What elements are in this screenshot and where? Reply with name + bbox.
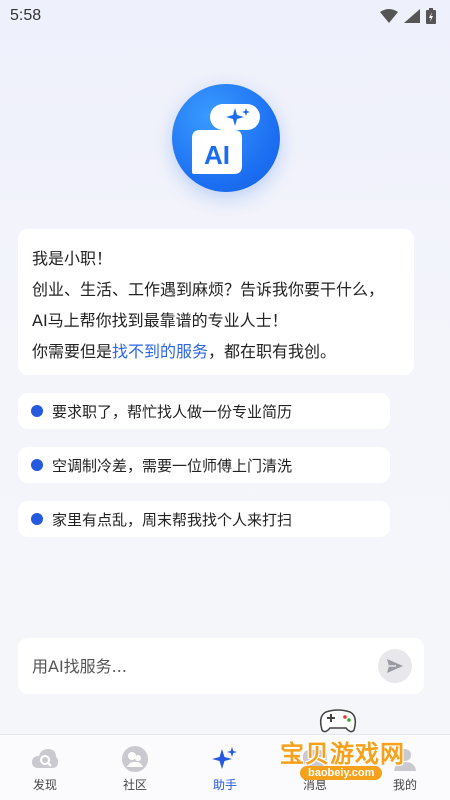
tab-discover[interactable]: 发现 <box>0 735 90 800</box>
discover-icon <box>31 745 59 773</box>
intro-line-4-start: 你需要但是 <box>32 342 113 361</box>
tab-label: 社区 <box>122 778 147 792</box>
ai-logo-text: AI <box>204 140 230 170</box>
suggestion-label: 家里有点乱，周末帮我找个人来打扫 <box>52 510 293 529</box>
tab-profile[interactable]: 我的 <box>360 735 450 800</box>
status-icons <box>380 8 436 24</box>
tab-label: 消息 <box>302 778 327 792</box>
bottom-tab-bar: 发现 社区 助手 消息 我的 <box>0 734 450 800</box>
send-icon <box>387 659 403 673</box>
intro-line-4-end: ，都在职有我创。 <box>208 342 337 361</box>
community-icon <box>121 745 149 773</box>
assistant-sparkle-icon <box>211 745 239 773</box>
chat-input-bar <box>18 638 424 694</box>
suggestion-item[interactable]: 空调制冷差，需要一位师傅上门清洗 <box>18 447 390 483</box>
send-button[interactable] <box>378 649 412 683</box>
suggestion-item[interactable]: 家里有点乱，周末帮我找个人来打扫 <box>18 501 390 537</box>
intro-highlight: 找不到的服务 <box>112 342 209 361</box>
tab-label: 我的 <box>392 778 417 792</box>
chat-input[interactable] <box>32 656 378 676</box>
suggestion-label: 要求职了，帮忙找人做一份专业简历 <box>52 402 293 421</box>
gamepad-icon <box>319 709 357 733</box>
intro-line-3: AI马上帮你找到最靠谱的专业人士！ <box>32 311 288 330</box>
tab-messages[interactable]: 消息 <box>270 735 360 800</box>
tab-label: 发现 <box>32 778 57 792</box>
intro-message-card: 我是小职！ 创业、生活、工作遇到麻烦？告诉我你要干什么， AI马上帮你找到最靠谱… <box>18 229 414 375</box>
status-time: 5:58 <box>10 7 42 24</box>
intro-line-2: 创业、生活、工作遇到麻烦？告诉我你要干什么， <box>32 280 385 299</box>
ai-assistant-logo: AI <box>172 84 280 192</box>
intro-line-4: 你需要但是找不到的服务，都在职有我创。 <box>32 336 400 367</box>
intro-greeting: 我是小职！ <box>32 249 113 268</box>
message-icon <box>301 745 329 773</box>
status-bar: 5:58 <box>0 0 450 32</box>
bullet-dot-icon <box>31 405 43 417</box>
tab-label: 助手 <box>212 778 237 792</box>
bullet-dot-icon <box>31 513 43 525</box>
wifi-icon <box>380 9 398 23</box>
tab-assistant[interactable]: 助手 <box>180 735 270 800</box>
profile-icon <box>391 745 419 773</box>
suggestion-label: 空调制冷差，需要一位师傅上门清洗 <box>52 456 293 475</box>
signal-icon <box>404 9 420 23</box>
suggestion-item[interactable]: 要求职了，帮忙找人做一份专业简历 <box>18 393 390 429</box>
tab-community[interactable]: 社区 <box>90 735 180 800</box>
battery-icon <box>426 8 436 24</box>
bullet-dot-icon <box>31 459 43 471</box>
